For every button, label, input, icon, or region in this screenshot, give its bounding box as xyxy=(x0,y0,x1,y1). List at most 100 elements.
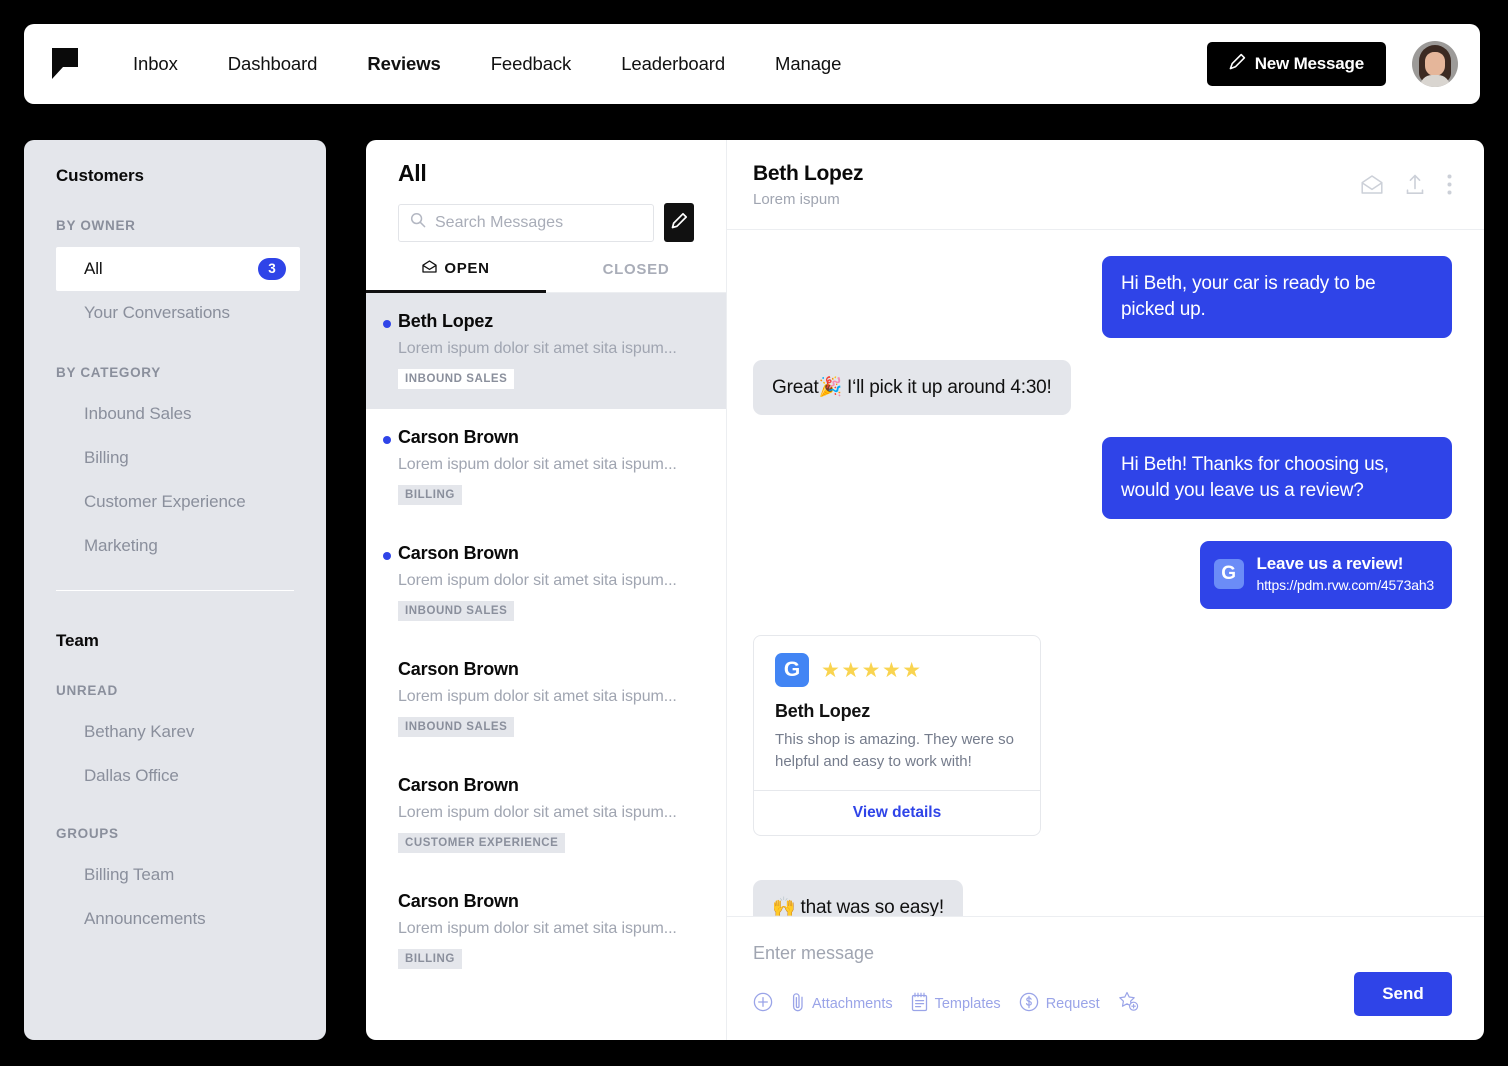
attachments-label: Attachments xyxy=(812,996,893,1012)
sidebar-item-all[interactable]: All 3 xyxy=(56,247,300,291)
message-row: Hi Beth, your car is ready to be picked … xyxy=(753,256,1452,338)
message-row: G ★★★★★ Beth Lopez This shop is amazing.… xyxy=(753,635,1452,858)
add-button[interactable] xyxy=(753,992,783,1016)
sidebar-item-customer-experience[interactable]: Customer Experience xyxy=(24,480,326,524)
avatar-face xyxy=(1425,52,1445,76)
list-item-snippet: Lorem ispum dolor sit amet sita ispum... xyxy=(398,688,694,706)
review-link-title: Leave us a review! xyxy=(1257,553,1434,574)
list-item-tag: BILLING xyxy=(398,949,462,969)
top-navigation-bar: Inbox Dashboard Reviews Feedback Leaderb… xyxy=(24,24,1480,104)
list-item-snippet: Lorem ispum dolor sit amet sita ispum... xyxy=(398,572,694,590)
search-input[interactable] xyxy=(435,214,642,232)
sidebar-customers-title: Customers xyxy=(24,166,326,186)
request-label: Request xyxy=(1046,996,1100,1012)
sidebar-label-by-owner: BY OWNER xyxy=(24,218,326,233)
nav-item-reviews[interactable]: Reviews xyxy=(342,53,465,75)
list-item-tag: CUSTOMER EXPERIENCE xyxy=(398,833,565,853)
list-item[interactable]: Carson Brown Lorem ispum dolor sit amet … xyxy=(366,409,726,525)
nav-item-leaderboard[interactable]: Leaderboard xyxy=(596,53,750,75)
review-link-bubble[interactable]: G Leave us a review! https://pdm.rvw.com… xyxy=(1200,541,1452,609)
sidebar-item-all-label: All xyxy=(84,247,258,291)
search-icon xyxy=(410,212,426,233)
tab-closed-label: CLOSED xyxy=(603,261,670,278)
list-item[interactable]: Carson Brown Lorem ispum dolor sit amet … xyxy=(366,873,726,989)
view-details-link[interactable]: View details xyxy=(754,790,1040,835)
list-item-name: Carson Brown xyxy=(398,775,694,796)
compose-message-button[interactable] xyxy=(664,203,694,242)
tab-open[interactable]: OPEN xyxy=(366,260,546,293)
message-row: 🙌 that was so easy! xyxy=(753,880,1452,916)
notepad-icon xyxy=(911,992,928,1016)
conversation-header: Beth Lopez Lorem ispum xyxy=(727,140,1484,230)
nav-item-inbox[interactable]: Inbox xyxy=(108,53,203,75)
list-item[interactable]: Beth Lopez Lorem ispum dolor sit amet si… xyxy=(366,293,726,409)
sidebar-item-marketing[interactable]: Marketing xyxy=(24,524,326,568)
pencil-icon xyxy=(1229,53,1246,75)
message-bubble-outgoing: Hi Beth, your car is ready to be picked … xyxy=(1102,256,1452,338)
nav-right-group: New Message xyxy=(1207,41,1458,87)
pencil-icon xyxy=(670,212,688,233)
list-item[interactable]: Carson Brown Lorem ispum dolor sit amet … xyxy=(366,525,726,641)
review-link-url: https://pdm.rvw.com/4573ah3 xyxy=(1257,576,1434,595)
sidebar-item-dallas-office[interactable]: Dallas Office xyxy=(24,754,326,798)
tab-closed[interactable]: CLOSED xyxy=(546,260,726,292)
list-item-snippet: Lorem ispum dolor sit amet sita ispum... xyxy=(398,920,694,938)
review-card-body: G ★★★★★ Beth Lopez This shop is amazing.… xyxy=(754,636,1040,790)
list-item-tag: INBOUND SALES xyxy=(398,717,514,737)
tab-open-label: OPEN xyxy=(444,260,489,277)
dollar-circle-icon xyxy=(1019,992,1039,1016)
list-item-name: Carson Brown xyxy=(398,427,694,448)
sidebar-item-bethany-karev[interactable]: Bethany Karev xyxy=(24,710,326,754)
list-item-name: Carson Brown xyxy=(398,659,694,680)
sidebar-item-announcements[interactable]: Announcements xyxy=(24,897,326,941)
templates-button[interactable]: Templates xyxy=(911,992,1011,1016)
message-input[interactable] xyxy=(753,943,1452,964)
conversation-list-search-row xyxy=(366,187,726,242)
send-button[interactable]: Send xyxy=(1354,972,1452,1016)
sidebar-item-billing-team[interactable]: Billing Team xyxy=(24,853,326,897)
attachments-button[interactable]: Attachments xyxy=(791,992,903,1016)
list-item-tag: BILLING xyxy=(398,485,462,505)
unread-dot-icon xyxy=(383,320,391,328)
sidebar-item-your-conversations[interactable]: Your Conversations xyxy=(24,291,326,335)
podium-logo-icon[interactable] xyxy=(50,47,80,81)
avatar-body xyxy=(1420,75,1450,87)
nav-item-manage[interactable]: Manage xyxy=(750,53,866,75)
open-envelope-icon xyxy=(422,260,437,277)
new-message-button[interactable]: New Message xyxy=(1207,42,1386,86)
list-item[interactable]: Carson Brown Lorem ispum dolor sit amet … xyxy=(366,641,726,757)
open-envelope-icon[interactable] xyxy=(1361,175,1383,194)
request-button[interactable]: Request xyxy=(1019,992,1110,1016)
new-message-label: New Message xyxy=(1255,54,1364,74)
search-box[interactable] xyxy=(398,204,654,242)
list-item-name: Carson Brown xyxy=(398,543,694,564)
message-bubble-incoming: Great🎉 I‘ll pick it up around 4:30! xyxy=(753,360,1071,416)
google-g-icon: G xyxy=(775,653,809,687)
message-row: G Leave us a review! https://pdm.rvw.com… xyxy=(753,541,1452,609)
list-item[interactable]: Carson Brown Lorem ispum dolor sit amet … xyxy=(366,757,726,873)
sidebar-label-by-category: BY CATEGORY xyxy=(24,365,326,380)
sidebar-item-billing[interactable]: Billing xyxy=(24,436,326,480)
star-rating: ★★★★★ xyxy=(821,660,923,681)
list-item-tag: INBOUND SALES xyxy=(398,601,514,621)
add-review-button[interactable] xyxy=(1118,991,1150,1016)
conversation-contact-name: Beth Lopez xyxy=(753,162,1361,186)
list-item-name: Beth Lopez xyxy=(398,311,694,332)
sidebar-item-inbound-sales[interactable]: Inbound Sales xyxy=(24,392,326,436)
message-bubble-outgoing: Hi Beth! Thanks for choosing us, would y… xyxy=(1102,437,1452,519)
more-vertical-icon[interactable] xyxy=(1447,174,1452,195)
sidebar-divider xyxy=(56,590,294,591)
upload-icon[interactable] xyxy=(1405,174,1425,195)
app-root: Inbox Dashboard Reviews Feedback Leaderb… xyxy=(0,0,1508,1066)
composer-toolbar: Attachments Templates Request xyxy=(753,991,1452,1016)
message-row: Great🎉 I‘ll pick it up around 4:30! xyxy=(753,360,1452,416)
message-row: Hi Beth! Thanks for choosing us, would y… xyxy=(753,437,1452,519)
plus-circle-icon xyxy=(753,992,773,1016)
nav-item-dashboard[interactable]: Dashboard xyxy=(203,53,343,75)
review-link-text: Leave us a review! https://pdm.rvw.com/4… xyxy=(1257,553,1434,595)
conversation-list-title: All xyxy=(366,140,726,187)
list-item-snippet: Lorem ispum dolor sit amet sita ispum... xyxy=(398,340,694,358)
user-avatar[interactable] xyxy=(1412,41,1458,87)
nav-item-feedback[interactable]: Feedback xyxy=(466,53,596,75)
star-add-icon xyxy=(1118,991,1140,1016)
